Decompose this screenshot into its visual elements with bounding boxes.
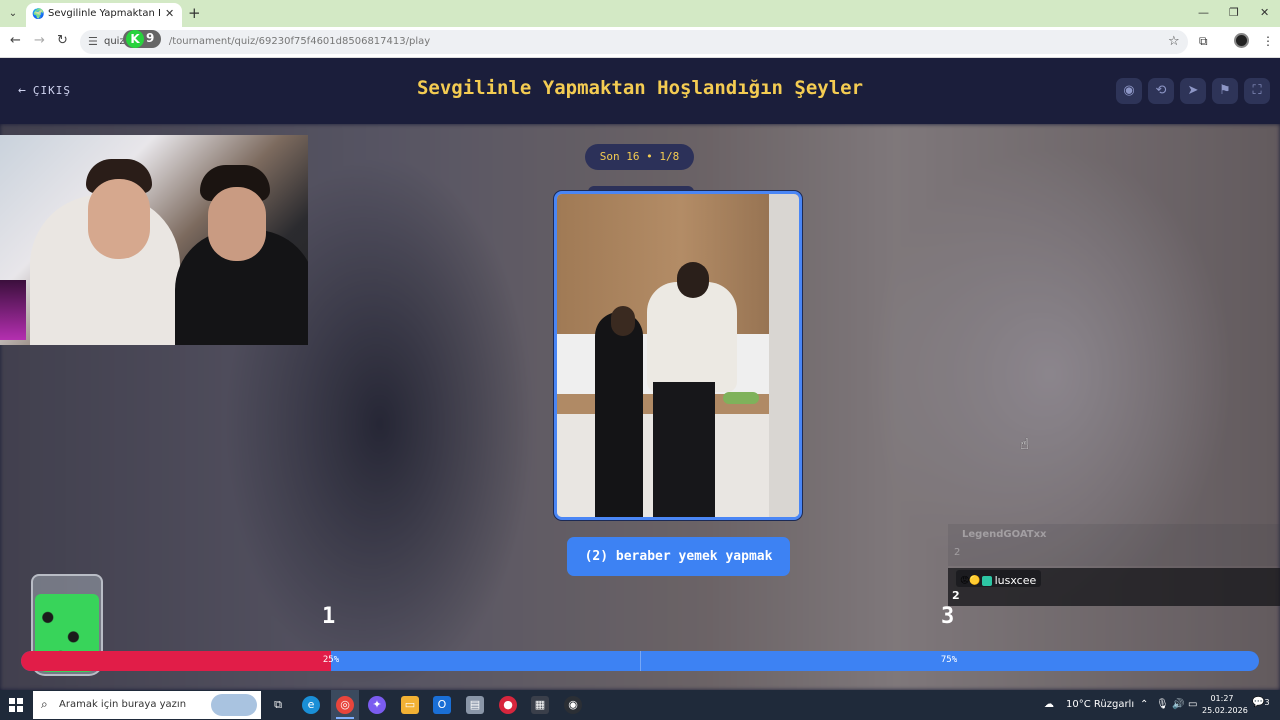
browser-chrome: ⌄ 🌍 Sevgilinle Yapmaktan Hoşlandığı ✕ + … [0, 0, 1280, 58]
round-progress-badge: Son 16 • 1/8 [585, 144, 694, 170]
man-pants [653, 382, 715, 517]
copilot-icon[interactable]: ✦ [368, 696, 386, 714]
subscriber-badge-icon [981, 575, 992, 586]
site-favicon-icon: 🌍 [32, 9, 45, 20]
quiz-page: ← ÇIKIŞ Sevgilinle Yapmaktan Hoşlandığın … [0, 58, 1280, 690]
reload-icon[interactable]: ↻ [57, 33, 68, 48]
notification-center-icon[interactable]: 💬3 [1252, 697, 1270, 713]
streamer-webcam [0, 135, 308, 345]
browser-tab[interactable]: 🌍 Sevgilinle Yapmaktan Hoşlandığı ✕ [26, 3, 182, 27]
weather-widget-icon[interactable] [211, 694, 257, 716]
back-arrow-icon[interactable]: ← [10, 33, 21, 48]
vote-percent-right: 75% [940, 655, 958, 665]
rgb-light [0, 280, 26, 340]
vote-bar-left-fill [21, 651, 331, 671]
new-tab-button[interactable]: + [188, 4, 201, 22]
restore-icon[interactable]: ❐ [1229, 6, 1239, 19]
taskbar-search[interactable]: ⌕ Aramak için buraya yazın [33, 691, 261, 719]
chat-message: 😡🟡 lusxcee 2 [948, 568, 1280, 606]
clock-time: 01:27 [1210, 694, 1234, 703]
browser-menu-icon[interactable]: ⋮ [1262, 34, 1274, 48]
tab-title: Sevgilinle Yapmaktan Hoşlandığı [48, 8, 160, 19]
woman-figure [595, 312, 643, 517]
navigation-bar: ← → ↻ ☰ quize/tournament/quiz/69230f75f4… [0, 27, 1280, 58]
option-image-card[interactable] [554, 191, 802, 520]
profile-avatar[interactable] [1234, 33, 1249, 48]
taskbar-search-placeholder: Aramak için buraya yazın [59, 699, 187, 710]
windows-start-icon[interactable] [9, 698, 23, 712]
forward-arrow-icon[interactable]: → [34, 33, 45, 48]
microphone-icon[interactable]: 🎙 [1156, 699, 1169, 710]
quiz-title: Sevgilinle Yapmaktan Hoşlandığın Şeyler [416, 77, 864, 99]
weather-text[interactable]: 10°C Rüzgarlı [1066, 699, 1134, 710]
url-path: /tournament/quiz/69230f75f4601d850681741… [168, 36, 431, 47]
flag-icon[interactable]: ⚑ [1212, 78, 1238, 104]
salad-bowl [723, 392, 759, 404]
k9-digit: 9 [146, 31, 155, 45]
window-close-icon[interactable]: ✕ [1260, 6, 1269, 19]
exit-button[interactable]: ← ÇIKIŞ [18, 83, 71, 98]
chat-message-faded: LegendGOATxx 2 [948, 524, 1280, 566]
chat-username: lusxcee [994, 574, 1037, 587]
person-right-face [208, 187, 266, 261]
minimize-icon[interactable]: — [1198, 6, 1209, 19]
search-icon: ⌕ [41, 697, 48, 711]
vote-count-left: 1 [322, 604, 336, 629]
vote-percent-left: 25% [322, 655, 340, 665]
chrome-icon[interactable]: ◎ [336, 696, 354, 714]
outlook-icon[interactable]: O [433, 696, 451, 714]
store-icon[interactable]: ▦ [531, 696, 549, 714]
red-app-icon[interactable]: ● [499, 696, 517, 714]
app-icon[interactable]: ▤ [466, 696, 484, 714]
woman-head [611, 306, 635, 336]
file-explorer-icon[interactable]: ▭ [401, 696, 419, 714]
man-head [677, 262, 709, 298]
hand-cursor-icon: ☝ [1020, 435, 1030, 453]
network-icon[interactable]: ▭ [1188, 699, 1197, 710]
tray-chevron-icon[interactable]: ⌃ [1140, 699, 1148, 710]
option-label-button[interactable]: (2) beraber yemek yapmak [567, 537, 790, 576]
shuffle-icon[interactable]: ⟲ [1148, 78, 1174, 104]
system-clock[interactable]: 01:27 25.02.2026 [1202, 693, 1248, 717]
notification-count: 3 [1264, 698, 1270, 707]
vote-split-bar: 25% 75% [21, 651, 1259, 671]
chat-text: 2 [954, 547, 961, 558]
obs-icon[interactable]: ◉ [564, 696, 582, 714]
task-view-icon[interactable]: ⧉ [269, 696, 287, 714]
windows-taskbar: ⌕ Aramak için buraya yazın ⧉ e ◎ ✦ ▭ O ▤… [0, 690, 1280, 720]
site-info-icon[interactable]: ☰ [88, 35, 98, 48]
address-bar[interactable]: ☰ quize/tournament/quiz/69230f75f4601d85… [80, 30, 1188, 54]
chat-user-tag: 😡🟡 lusxcee [956, 570, 1042, 587]
extensions-puzzle-icon[interactable]: ⧉ [1199, 34, 1208, 49]
exit-label: ÇIKIŞ [32, 84, 71, 97]
back-arrow-icon: ← [18, 83, 27, 98]
fridge [769, 194, 799, 517]
active-app-indicator [336, 717, 354, 719]
send-icon[interactable]: ➤ [1180, 78, 1206, 104]
bookmark-star-icon[interactable]: ☆ [1168, 34, 1180, 49]
clock-date: 25.02.2026 [1202, 706, 1248, 715]
chat-username: LegendGOATxx [962, 529, 1047, 540]
edge-icon[interactable]: e [302, 696, 320, 714]
person-left-face [88, 179, 150, 259]
weather-tray-icon[interactable]: ☁ [1044, 699, 1054, 710]
vote-count-right: 3 [941, 604, 955, 629]
k9-letter: K [126, 30, 144, 48]
tab-bar: ⌄ 🌍 Sevgilinle Yapmaktan Hoşlandığı ✕ + … [0, 0, 1280, 27]
chat-badge-icons: 😡🟡 [960, 575, 981, 586]
tab-list-chevron-icon[interactable]: ⌄ [5, 6, 21, 22]
tab-close-icon[interactable]: ✕ [165, 7, 174, 20]
eye-icon[interactable]: ◉ [1116, 78, 1142, 104]
k9-overlay-badge: K 9 [123, 30, 161, 48]
vote-bar-divider [640, 651, 641, 671]
fullscreen-icon[interactable]: ⛶ [1244, 78, 1270, 104]
man-shirt [647, 282, 737, 392]
quiz-header: ← ÇIKIŞ Sevgilinle Yapmaktan Hoşlandığın … [0, 58, 1280, 124]
volume-icon[interactable]: 🔊 [1172, 699, 1184, 710]
chat-text: 2 [952, 589, 960, 602]
